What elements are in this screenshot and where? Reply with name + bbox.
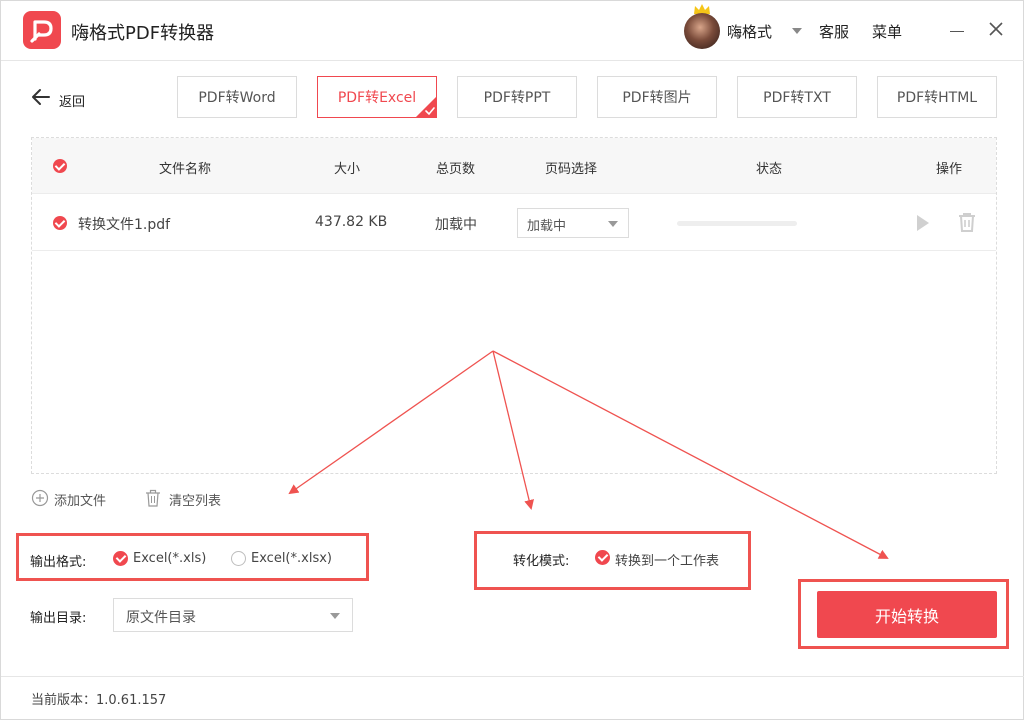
annotation-arrows [288, 350, 889, 559]
app-window: 嗨格式PDF转换器 嗨格式 客服 菜单 返回 PDF转Word PDF转Exce… [0, 0, 1024, 720]
version-text: 当前版本：1.0.61.157 [31, 693, 167, 708]
footer: 当前版本：1.0.61.157 [1, 676, 1024, 720]
